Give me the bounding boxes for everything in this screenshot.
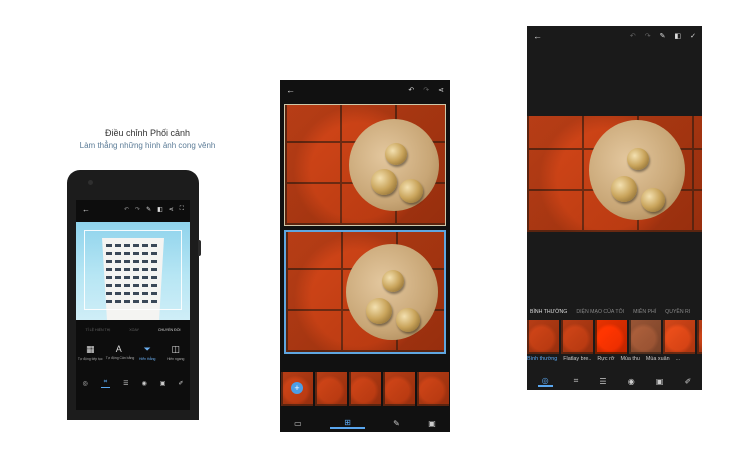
tab-premium[interactable]: QUYỀN RI xyxy=(665,309,690,315)
compare-icon[interactable]: ◧ xyxy=(675,32,682,40)
layout-thumbnail-strip xyxy=(280,372,450,406)
aspect-ratio-icon[interactable]: ▭ xyxy=(294,419,302,428)
magic-wand-icon[interactable]: ✎ xyxy=(146,206,151,213)
edited-photo[interactable] xyxy=(527,116,702,232)
bottom-toolbar: ◎ ⌗ ☰ ◉ ▣ ✐ xyxy=(76,376,190,390)
feature-subtitle: Làm thẳng những hình ảnh cong vênh xyxy=(79,141,216,150)
filter-thumb[interactable] xyxy=(697,320,702,354)
filter-name[interactable]: Flatlay bre.. xyxy=(563,356,591,366)
tab-free[interactable]: MIỄN PHÍ xyxy=(633,309,656,315)
redo-icon[interactable]: ↷ xyxy=(423,86,429,94)
phone-mockup: ← ↶ ↷ ✎ ◧ ⋖ ⛶ TỈ LỆ HIỂN THỊ XOAY CHUYỂN… xyxy=(67,170,201,420)
magic-wand-icon[interactable]: ✎ xyxy=(660,32,666,40)
grid-icon: ▦ xyxy=(85,344,95,354)
layout-thumb[interactable] xyxy=(349,372,381,406)
looks-icon[interactable]: ◎ xyxy=(83,380,88,387)
adjust-icon[interactable]: ☰ xyxy=(599,377,606,386)
frame-icon[interactable]: ▣ xyxy=(160,380,166,387)
tool-horizontal[interactable]: ◫ Hiên ngang xyxy=(163,344,189,361)
frame-icon[interactable]: ▣ xyxy=(656,377,664,386)
filter-names: Bình thường Flatlay bre.. Rực rỡ Mùa thu… xyxy=(527,356,702,366)
tab-aspect-ratio[interactable]: TỈ LỆ HIỂN THỊ xyxy=(85,328,110,332)
tab-my-looks[interactable]: DIỆN MẠO CỦA TÔI xyxy=(576,309,624,315)
filter-thumb[interactable] xyxy=(527,320,559,354)
tab-transform[interactable]: CHUYỂN ĐỔI xyxy=(158,328,181,332)
filter-name[interactable]: Bình thường xyxy=(527,356,557,366)
feature-title: Điều chỉnh Phối cảnh xyxy=(104,128,191,138)
top-toolbar: ← ↶ ↷ ⋖ xyxy=(280,80,450,100)
filter-thumb[interactable] xyxy=(561,320,593,354)
compare-icon[interactable]: ◧ xyxy=(157,206,163,213)
filter-name[interactable]: ... xyxy=(676,356,681,366)
back-arrow-icon[interactable]: ← xyxy=(286,85,295,95)
bottom-toolbar: ▭ ⊞ ✎ ▣ xyxy=(280,414,450,432)
redo-icon[interactable]: ↷ xyxy=(645,32,651,40)
fullscreen-icon[interactable]: ⛶ xyxy=(180,206,184,213)
undo-icon[interactable]: ↶ xyxy=(124,206,129,213)
pencil-icon[interactable]: ✎ xyxy=(393,419,400,428)
redo-icon[interactable]: ↷ xyxy=(135,206,140,213)
horizontal-flip-icon: ◫ xyxy=(171,344,180,354)
top-toolbar: ← ↶ ↷ ✎ ◧ ⋖ ⛶ xyxy=(76,200,190,218)
check-icon[interactable]: ✓ xyxy=(690,32,696,40)
tab-normal[interactable]: BÌNH THƯỜNG xyxy=(530,309,567,315)
filter-thumb[interactable] xyxy=(663,320,695,354)
adjust-icon[interactable]: ☰ xyxy=(123,380,128,387)
phone-side-button xyxy=(198,240,201,256)
crop-icon[interactable]: ⌗ xyxy=(100,379,111,388)
collage-cell-top[interactable] xyxy=(284,104,446,226)
filter-name[interactable]: Mùa thu xyxy=(620,356,639,366)
heal-icon[interactable]: ✐ xyxy=(178,380,183,387)
top-toolbar: ← ↶ ↷ ✎ ◧ ✓ xyxy=(527,26,702,46)
bottom-toolbar: ◎ ⌗ ☰ ◉ ▣ ✐ xyxy=(527,372,702,390)
looks-screen: ← ↶ ↷ ✎ ◧ ✓ BÌNH THƯỜNG DIỆN MẠO CỦA TÔI… xyxy=(527,26,702,390)
front-camera xyxy=(88,180,93,185)
collage-cell-bottom-selected[interactable] xyxy=(284,230,446,354)
filter-thumb[interactable] xyxy=(595,320,627,354)
back-arrow-icon[interactable]: ← xyxy=(533,31,542,41)
tool-vertical-straighten[interactable]: ⏷ Hiển thẳng xyxy=(134,344,160,361)
transform-tabs: TỈ LỆ HIỂN THỊ XOAY CHUYỂN ĐỔI xyxy=(76,324,190,336)
looks-category-tabs: BÌNH THƯỜNG DIỆN MẠO CỦA TÔI MIỄN PHÍ QU… xyxy=(527,306,702,318)
eye-icon[interactable]: ◉ xyxy=(628,377,635,386)
tool-auto-continue[interactable]: ▦ Tự động tiếp tục xyxy=(77,344,103,361)
undo-icon[interactable]: ↶ xyxy=(630,32,636,40)
building-photo[interactable] xyxy=(76,222,190,320)
layout-thumb[interactable] xyxy=(383,372,415,406)
tool-auto-balance[interactable]: A Tự động Cân bằng xyxy=(106,344,134,361)
perspective-guide[interactable] xyxy=(84,230,182,310)
layout-thumb[interactable] xyxy=(315,372,347,406)
heal-icon[interactable]: ✐ xyxy=(685,377,692,386)
letter-a-icon: A xyxy=(115,344,122,354)
transform-tools: ▦ Tự động tiếp tục A Tự động Cân bằng ⏷ … xyxy=(76,344,190,361)
layout-thumb[interactable] xyxy=(281,372,313,406)
undo-icon[interactable]: ↶ xyxy=(408,86,414,94)
eye-icon[interactable]: ◉ xyxy=(142,380,147,387)
filter-thumbnail-strip xyxy=(527,320,702,354)
filter-name[interactable]: Mùa xuân xyxy=(646,356,670,366)
share-icon[interactable]: ⋖ xyxy=(438,86,444,94)
share-icon[interactable]: ⋖ xyxy=(169,206,174,213)
layout-thumb[interactable] xyxy=(417,372,449,406)
collage-screen: ← ↶ ↷ ⋖ ▭ ⊞ ✎ ▣ xyxy=(280,80,450,432)
border-icon[interactable]: ▣ xyxy=(428,419,436,428)
filter-name[interactable]: Rực rỡ xyxy=(597,356,614,366)
perspective-icon: ⏷ xyxy=(143,344,151,354)
phone-screen: ← ↶ ↷ ✎ ◧ ⋖ ⛶ TỈ LỆ HIỂN THỊ XOAY CHUYỂN… xyxy=(76,200,190,410)
looks-icon[interactable]: ◎ xyxy=(537,376,553,387)
layout-icon[interactable]: ⊞ xyxy=(330,418,365,429)
filter-thumb[interactable] xyxy=(629,320,661,354)
tab-rotate[interactable]: XOAY xyxy=(129,328,139,332)
back-arrow-icon[interactable]: ← xyxy=(82,205,90,214)
crop-icon[interactable]: ⌗ xyxy=(574,376,579,386)
